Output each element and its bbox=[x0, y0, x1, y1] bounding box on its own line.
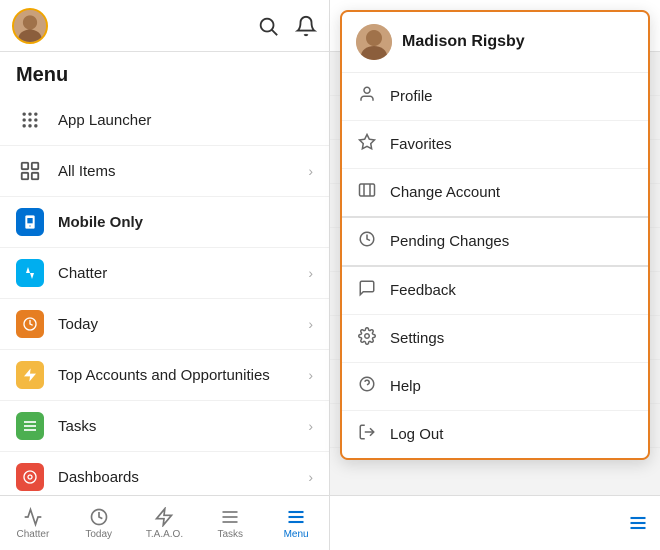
change-account-icon bbox=[356, 181, 378, 204]
menu-title: Menu bbox=[0, 52, 329, 95]
menu-item-mobile-only[interactable]: Mobile Only bbox=[0, 197, 329, 248]
nav-tasks-label: Tasks bbox=[218, 529, 244, 540]
pending-changes-icon bbox=[356, 230, 378, 253]
today-icon bbox=[16, 310, 44, 338]
top-accounts-chevron: › bbox=[308, 367, 313, 383]
dropdown-feedback[interactable]: Feedback bbox=[342, 267, 648, 315]
left-panel: Menu App Launcher bbox=[0, 0, 330, 550]
nav-today-label: Today bbox=[85, 529, 112, 540]
right-menu-icon bbox=[628, 513, 648, 533]
pending-changes-label: Pending Changes bbox=[390, 233, 509, 250]
profile-icon bbox=[356, 85, 378, 108]
right-panel: › › › › › › › › › Madison Rigsby bbox=[330, 0, 660, 550]
change-account-label: Change Account bbox=[390, 184, 500, 201]
user-dropdown: Madison Rigsby Profile Favorites bbox=[340, 10, 650, 460]
search-button[interactable] bbox=[257, 15, 279, 37]
nav-today[interactable]: Today bbox=[66, 496, 132, 550]
chatter-icon bbox=[16, 259, 44, 287]
nav-chatter-label: Chatter bbox=[17, 529, 50, 540]
logout-label: Log Out bbox=[390, 426, 443, 443]
menu-item-dashboards[interactable]: Dashboards › bbox=[0, 452, 329, 495]
tasks-chevron: › bbox=[308, 418, 313, 434]
notification-button[interactable] bbox=[295, 15, 317, 37]
bottom-nav: Chatter Today T.A.A.O. Tasks bbox=[0, 495, 329, 550]
menu-list: App Launcher All Items › bbox=[0, 95, 329, 495]
mobile-only-label: Mobile Only bbox=[58, 214, 313, 231]
menu-item-tasks[interactable]: Tasks › bbox=[0, 401, 329, 452]
dropdown-header: Madison Rigsby bbox=[342, 12, 648, 73]
help-label: Help bbox=[390, 378, 421, 395]
dropdown-favorites[interactable]: Favorites bbox=[342, 121, 648, 169]
chatter-label: Chatter bbox=[58, 265, 294, 282]
menu-item-app-launcher[interactable]: App Launcher bbox=[0, 95, 329, 146]
top-accounts-label: Top Accounts and Opportunities bbox=[58, 367, 294, 384]
nav-taao-label: T.A.A.O. bbox=[146, 529, 183, 540]
today-label: Today bbox=[58, 316, 294, 333]
all-items-label: All Items bbox=[58, 163, 294, 180]
logout-icon bbox=[356, 423, 378, 446]
app-launcher-label: App Launcher bbox=[58, 112, 313, 129]
dashboards-label: Dashboards bbox=[58, 469, 294, 486]
today-chevron: › bbox=[308, 316, 313, 332]
settings-icon bbox=[356, 327, 378, 350]
menu-item-top-accounts[interactable]: Top Accounts and Opportunities › bbox=[0, 350, 329, 401]
dashboards-chevron: › bbox=[308, 469, 313, 485]
dropdown-profile[interactable]: Profile bbox=[342, 73, 648, 121]
dashboards-icon bbox=[16, 463, 44, 491]
all-items-chevron: › bbox=[308, 163, 313, 179]
avatar[interactable] bbox=[12, 8, 48, 44]
right-bottom-nav bbox=[330, 495, 660, 550]
dropdown-logout[interactable]: Log Out bbox=[342, 411, 648, 458]
tasks-label: Tasks bbox=[58, 418, 294, 435]
profile-label: Profile bbox=[390, 88, 433, 105]
feedback-label: Feedback bbox=[390, 282, 456, 299]
mobile-only-icon bbox=[16, 208, 44, 236]
settings-label: Settings bbox=[390, 330, 444, 347]
nav-menu[interactable]: Menu bbox=[263, 496, 329, 550]
all-items-icon bbox=[16, 157, 44, 185]
left-header bbox=[0, 0, 329, 52]
favorites-label: Favorites bbox=[390, 136, 452, 153]
help-icon bbox=[356, 375, 378, 398]
favorites-icon bbox=[356, 133, 378, 156]
nav-chatter[interactable]: Chatter bbox=[0, 496, 66, 550]
menu-item-all-items[interactable]: All Items › bbox=[0, 146, 329, 197]
menu-item-today[interactable]: Today › bbox=[0, 299, 329, 350]
dropdown-settings[interactable]: Settings bbox=[342, 315, 648, 363]
dropdown-avatar bbox=[356, 24, 392, 60]
dropdown-change-account[interactable]: Change Account bbox=[342, 169, 648, 218]
nav-tasks[interactable]: Tasks bbox=[197, 496, 263, 550]
dropdown-username: Madison Rigsby bbox=[402, 33, 525, 51]
dropdown-help[interactable]: Help bbox=[342, 363, 648, 411]
feedback-icon bbox=[356, 279, 378, 302]
app-launcher-icon bbox=[16, 106, 44, 134]
nav-taao[interactable]: T.A.A.O. bbox=[132, 496, 198, 550]
left-header-icons bbox=[257, 15, 317, 37]
nav-menu-label: Menu bbox=[284, 529, 309, 540]
menu-item-chatter[interactable]: Chatter › bbox=[0, 248, 329, 299]
dropdown-pending-changes[interactable]: Pending Changes bbox=[342, 218, 648, 267]
chatter-chevron: › bbox=[308, 265, 313, 281]
tasks-icon bbox=[16, 412, 44, 440]
top-accounts-icon bbox=[16, 361, 44, 389]
